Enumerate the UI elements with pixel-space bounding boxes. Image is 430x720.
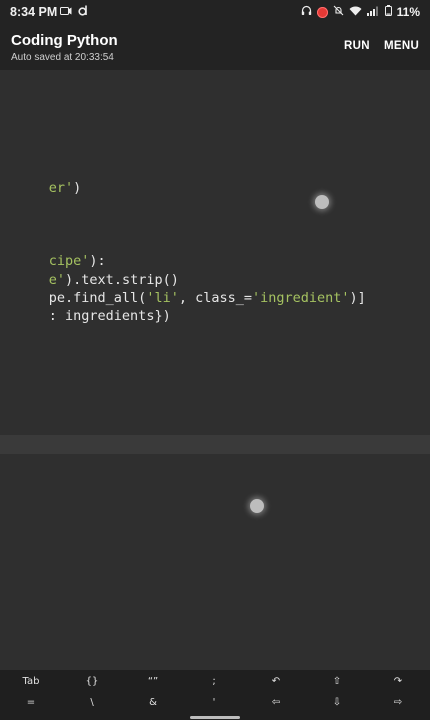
status-time: 8:34 PM (10, 5, 58, 19)
redo-icon[interactable]: ↷ (378, 675, 418, 689)
touch-indicator (250, 499, 264, 513)
code-token: ) (73, 180, 82, 196)
key-ampersand[interactable]: & (133, 696, 173, 710)
menu-button[interactable]: MENU (384, 40, 419, 52)
arrow-left-icon[interactable]: ⇦ (256, 696, 296, 710)
key-apostrophe[interactable]: ' (194, 696, 234, 710)
key-quotes[interactable]: “” (133, 675, 173, 689)
arrow-right-icon[interactable]: ⇨ (378, 696, 418, 710)
status-bar: 8:34 PM 11% (0, 0, 430, 26)
key-tab[interactable]: Tab (11, 675, 51, 689)
code-token: : ingredients}) (48, 308, 171, 324)
run-button[interactable]: RUN (344, 40, 370, 52)
key-braces[interactable]: {} (72, 675, 112, 689)
battery-percent: 11% (396, 5, 420, 19)
key-equals[interactable]: = (11, 696, 51, 710)
battery-icon (384, 5, 392, 19)
current-line-highlight (0, 435, 430, 454)
autosave-status: Auto saved at 20:33:54 (11, 52, 114, 63)
code-token: 'ingredient' (252, 290, 350, 306)
extra-keys-bar: Tab {} “” ; ↶ ⇧ ↷ = \ & ' ⇦ ⇩ ⇨ (0, 670, 430, 720)
code-token: er' (48, 180, 74, 196)
key-semicolon[interactable]: ; (194, 675, 234, 689)
record-indicator-icon (316, 6, 328, 18)
mute-icon (333, 5, 344, 19)
key-backslash[interactable]: \ (72, 696, 112, 710)
d-app-icon (78, 5, 88, 19)
code-editor[interactable]: er') cipe'): e').text.strip() pe.find_al… (0, 70, 430, 670)
code-token: )] (349, 290, 366, 306)
code-token: , class_= (178, 290, 252, 306)
code-line[interactable]: er') (0, 161, 82, 215)
app-bar: Coding Python Auto saved at 20:33:54 RUN… (0, 26, 430, 70)
screen: 8:34 PM 11% Coding Python Auto saved at … (0, 0, 430, 720)
shift-icon[interactable]: ⇧ (317, 675, 357, 689)
status-right-icons: 11% (301, 5, 420, 19)
navigation-handle[interactable] (190, 716, 240, 719)
arrow-down-icon[interactable]: ⇩ (317, 696, 357, 710)
status-left-icons (60, 5, 88, 19)
headphones-icon (301, 5, 312, 19)
code-line[interactable]: : ingredients}) (0, 289, 171, 343)
undo-icon[interactable]: ↶ (256, 675, 296, 689)
wifi-icon (349, 5, 362, 19)
touch-indicator (315, 195, 329, 209)
app-title: Coding Python (11, 32, 118, 49)
screen-record-icon (60, 5, 72, 19)
signal-icon (366, 5, 380, 19)
